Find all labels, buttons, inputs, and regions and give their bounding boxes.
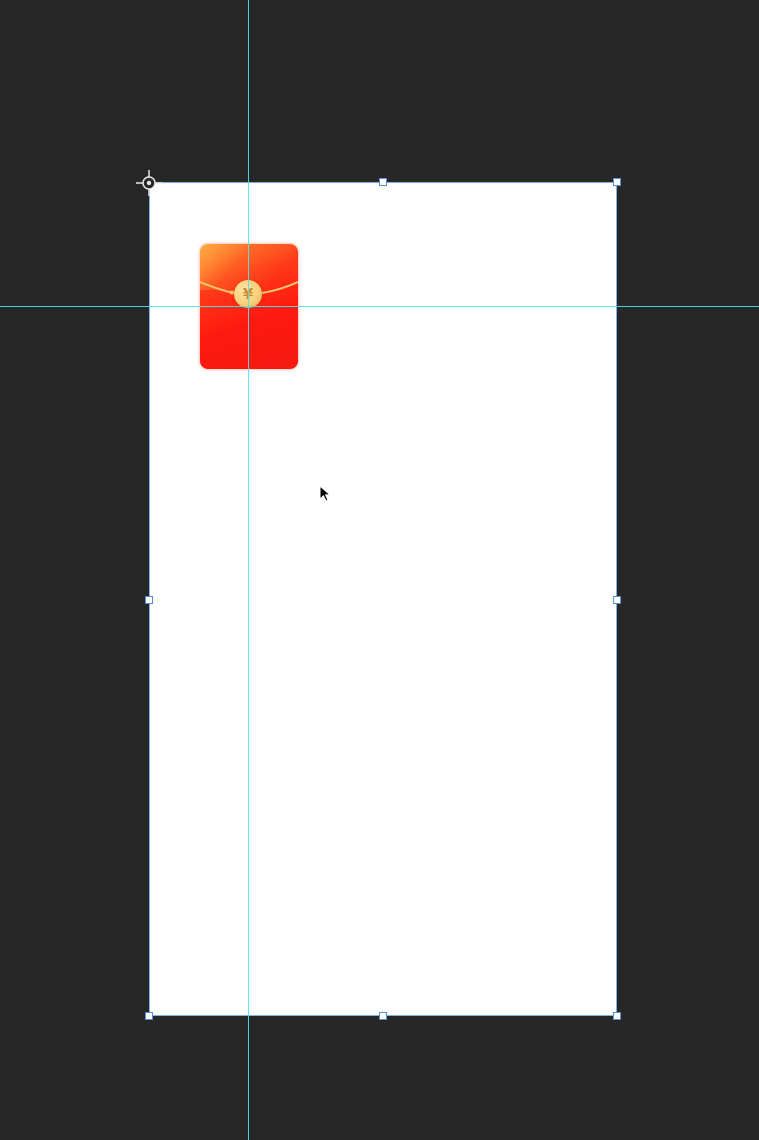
horizontal-guide[interactable] (0, 306, 759, 307)
resize-handle-top-right[interactable] (613, 178, 621, 186)
vertical-guide[interactable] (248, 0, 249, 1140)
crosshair-icon[interactable] (136, 170, 162, 196)
design-canvas[interactable]: ¥ (0, 0, 759, 1140)
resize-handle-bottom-right[interactable] (613, 1012, 621, 1020)
resize-handle-bottom[interactable] (379, 1012, 387, 1020)
resize-handle-bottom-left[interactable] (145, 1012, 153, 1020)
resize-handle-right[interactable] (613, 596, 621, 604)
resize-handle-left[interactable] (145, 596, 153, 604)
arrow-cursor-icon (319, 485, 332, 502)
resize-handle-top[interactable] (379, 178, 387, 186)
